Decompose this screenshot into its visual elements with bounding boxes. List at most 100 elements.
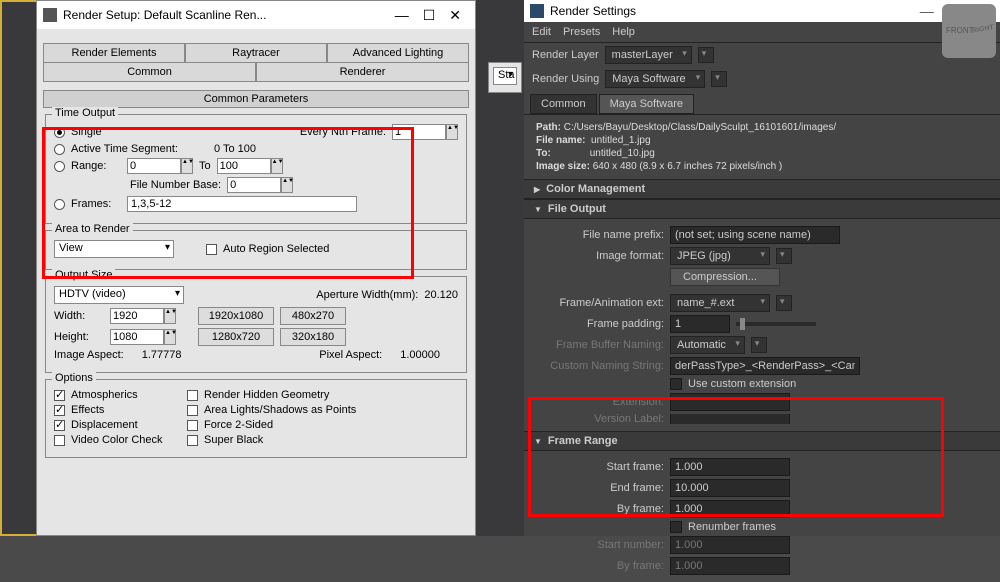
minimize-button[interactable]: — [395, 7, 409, 24]
preset-1280-button[interactable]: 1280x720 [198, 328, 274, 346]
menu-presets[interactable]: Presets [563, 26, 600, 38]
group-title: Area to Render [52, 223, 133, 235]
tab-common[interactable]: Common [530, 94, 597, 114]
version-label-input [670, 414, 790, 424]
render-using-dropdown[interactable]: Maya Software [605, 70, 705, 88]
preset-320-button[interactable]: 320x180 [280, 328, 346, 346]
frame-padding-slider[interactable] [736, 322, 816, 326]
app-icon [43, 8, 57, 22]
spinner-arrows[interactable]: ▲▼ [446, 124, 458, 140]
render-using-options[interactable] [711, 71, 727, 87]
label-image-aspect: Image Aspect: [54, 349, 124, 361]
custom-naming-input [670, 357, 860, 375]
width-input[interactable] [110, 308, 164, 324]
label-effects: Effects [71, 404, 181, 416]
group-title: Options [52, 372, 96, 384]
label-width: Width: [54, 310, 104, 322]
section-frame-range[interactable]: ▼Frame Range [524, 431, 1000, 451]
by-frame2-input [670, 557, 790, 575]
radio-active-segment[interactable] [54, 144, 65, 155]
titlebar[interactable]: Render Setup: Default Scanline Ren... — … [37, 1, 475, 29]
area-view-dropdown[interactable]: View [54, 240, 174, 258]
tab-render-elements[interactable]: Render Elements [43, 43, 185, 63]
app-icon [530, 4, 544, 18]
pixel-aspect-value: 1.00000 [400, 349, 440, 361]
tab-maya-software[interactable]: Maya Software [599, 94, 694, 114]
viewcube[interactable] [942, 4, 996, 58]
label-range: Range: [71, 160, 121, 172]
label-height: Height: [54, 331, 104, 343]
label-frames: Frames: [71, 198, 121, 210]
super-black-checkbox[interactable] [187, 435, 198, 446]
section-file-output[interactable]: ▼File Output [524, 199, 1000, 219]
extension-input [670, 393, 790, 411]
effects-checkbox[interactable] [54, 405, 65, 416]
radio-range[interactable] [54, 161, 65, 172]
atmospherics-checkbox[interactable] [54, 390, 65, 401]
close-button[interactable]: ✕ [449, 7, 461, 24]
preset-480-button[interactable]: 480x270 [280, 307, 346, 325]
area-lights-checkbox[interactable] [187, 405, 198, 416]
group-title: Output Size [52, 269, 115, 281]
window-title: Render Setup: Default Scanline Ren... [63, 8, 387, 22]
frame-padding-input[interactable] [670, 315, 730, 333]
tab-renderer[interactable]: Renderer [256, 63, 469, 82]
expand-icon: ▼ [534, 437, 542, 446]
radio-frames[interactable] [54, 199, 65, 210]
render-layer-options[interactable] [698, 47, 714, 63]
compression-button[interactable]: Compression... [670, 268, 780, 286]
every-nth-input[interactable] [392, 124, 446, 140]
tab-raytracer[interactable]: Raytracer [185, 43, 327, 63]
force-2sided-checkbox[interactable] [187, 420, 198, 431]
tab-common[interactable]: Common [43, 63, 256, 82]
rollup-common-parameters[interactable]: Common Parameters [43, 90, 469, 108]
frame-ext-dropdown[interactable]: name_#.ext [670, 294, 770, 312]
label-render-using: Render Using [532, 73, 599, 85]
buffer-naming-dropdown: Automatic [670, 336, 745, 354]
expand-icon: ▼ [534, 205, 542, 214]
use-custom-ext-checkbox[interactable] [670, 378, 682, 390]
height-input[interactable] [110, 329, 164, 345]
renumber-frames-checkbox[interactable] [670, 521, 682, 533]
label-video-color: Video Color Check [71, 434, 181, 446]
by-frame-input[interactable] [670, 500, 790, 518]
label-area-lights: Area Lights/Shadows as Points [204, 404, 356, 416]
group-options: Options Atmospherics Render Hidden Geome… [45, 379, 467, 458]
range-from-input[interactable] [127, 158, 181, 174]
radio-single[interactable] [54, 127, 65, 138]
start-number-input [670, 536, 790, 554]
minimize-button[interactable]: — [920, 3, 934, 20]
frames-input[interactable] [127, 196, 357, 212]
group-title: Time Output [52, 107, 118, 119]
video-color-checkbox[interactable] [54, 435, 65, 446]
label-force-2sided: Force 2-Sided [204, 419, 273, 431]
label-displacement: Displacement [71, 419, 181, 431]
preset-1920-button[interactable]: 1920x1080 [198, 307, 274, 325]
section-color-management[interactable]: ▶Color Management [524, 179, 1000, 199]
output-preset-dropdown[interactable]: HDTV (video) [54, 286, 184, 304]
tab-advanced-lighting[interactable]: Advanced Lighting [327, 43, 469, 63]
render-layer-dropdown[interactable]: masterLayer [605, 46, 692, 64]
start-frame-input[interactable] [670, 458, 790, 476]
collapse-icon: ▶ [534, 185, 540, 194]
group-area-to-render: Area to Render View Auto Region Selected [45, 230, 467, 270]
file-number-base-input[interactable] [227, 177, 281, 193]
displacement-checkbox[interactable] [54, 420, 65, 431]
label-every-nth: Every Nth Frame: [300, 126, 386, 138]
range-to-input[interactable] [217, 158, 271, 174]
render-hidden-checkbox[interactable] [187, 390, 198, 401]
restore-button[interactable]: ☐ [423, 7, 436, 24]
end-frame-input[interactable] [670, 479, 790, 497]
menu-help[interactable]: Help [612, 26, 635, 38]
titlebar[interactable]: Render Settings — ☐ ✕ [524, 0, 1000, 22]
label-atmospherics: Atmospherics [71, 389, 181, 401]
file-prefix-input[interactable] [670, 226, 840, 244]
menu-edit[interactable]: Edit [532, 26, 551, 38]
label-pixel-aspect: Pixel Aspect: [319, 349, 382, 361]
image-aspect-value: 1.77778 [142, 349, 182, 361]
menubar: Edit Presets Help [524, 22, 1000, 43]
auto-region-checkbox[interactable] [206, 244, 217, 255]
label-aperture: Aperture Width(mm): [316, 289, 418, 301]
image-format-dropdown[interactable]: JPEG (jpg) [670, 247, 770, 265]
label-single: Single [71, 126, 102, 138]
